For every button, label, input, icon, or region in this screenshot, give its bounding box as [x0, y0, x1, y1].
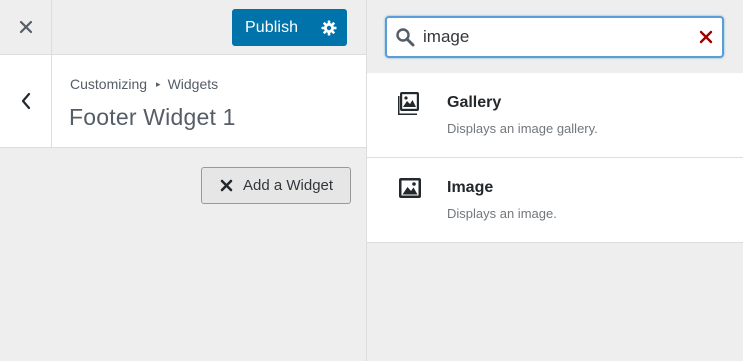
close-icon [220, 179, 233, 192]
widget-title: Image [447, 179, 494, 196]
widget-item-gallery[interactable]: Gallery Displays an image gallery. [367, 73, 743, 158]
widget-list: Gallery Displays an image gallery. Image… [367, 73, 743, 243]
clear-x-icon [699, 30, 713, 44]
widget-search [385, 16, 724, 58]
widget-description: Displays an image gallery. [447, 121, 598, 136]
publish-settings-button[interactable] [311, 9, 347, 46]
search-icon [395, 27, 415, 52]
gear-icon [321, 20, 337, 35]
breadcrumb-separator: ▸ [156, 78, 161, 89]
widget-title: Gallery [447, 94, 502, 111]
section-header: Customizing ▸ Widgets Footer Widget 1 [0, 55, 366, 148]
section-title: Footer Widget 1 [69, 104, 236, 130]
publish-button-group: Publish [232, 9, 347, 46]
customizer-sidebar: Publish Customizing ▸ Widgets Footer Wid… [0, 0, 366, 361]
chevron-left-icon [21, 92, 30, 110]
add-widget-label: Add a Widget [243, 177, 334, 194]
image-icon [398, 176, 422, 205]
widget-description: Displays an image. [447, 206, 557, 221]
publish-button[interactable]: Publish [232, 9, 311, 46]
customizer-header: Publish [0, 0, 366, 55]
close-customizer-button[interactable] [0, 0, 52, 54]
breadcrumb-root: Customizing [70, 76, 148, 92]
widget-item-image[interactable]: Image Displays an image. [367, 158, 743, 243]
available-widgets-panel: Gallery Displays an image gallery. Image… [367, 0, 743, 361]
add-widget-button[interactable]: Add a Widget [201, 167, 351, 204]
gallery-icon [397, 91, 422, 120]
close-icon [19, 20, 32, 34]
widget-search-input[interactable] [423, 18, 683, 56]
back-button[interactable] [0, 55, 52, 147]
breadcrumb: Customizing ▸ Widgets [70, 76, 218, 92]
clear-search-button[interactable] [698, 29, 714, 45]
breadcrumb-current: Widgets [167, 76, 219, 92]
